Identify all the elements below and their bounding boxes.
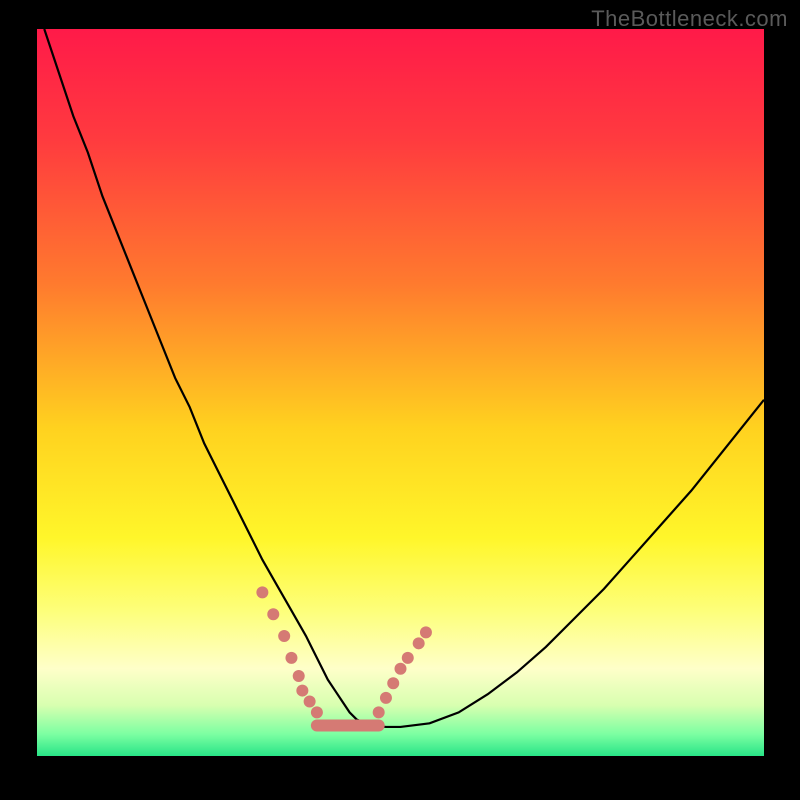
- right-dip-markers: [395, 663, 407, 675]
- curve-layer: [37, 29, 764, 756]
- series-curve: [44, 29, 764, 727]
- left-dip-markers: [267, 608, 279, 620]
- left-dip-markers: [311, 706, 323, 718]
- right-dip-markers: [413, 637, 425, 649]
- right-dip-markers: [373, 706, 385, 718]
- left-dip-markers: [256, 586, 268, 598]
- left-dip-markers: [278, 630, 290, 642]
- left-dip-markers: [293, 670, 305, 682]
- right-dip-markers: [387, 677, 399, 689]
- right-dip-markers: [420, 626, 432, 638]
- left-dip-markers: [285, 652, 297, 664]
- right-dip-markers: [402, 652, 414, 664]
- right-dip-markers: [380, 692, 392, 704]
- left-dip-markers: [296, 685, 308, 697]
- left-dip-markers: [304, 695, 316, 707]
- chart-stage: TheBottleneck.com: [0, 0, 800, 800]
- watermark-text: TheBottleneck.com: [591, 6, 788, 32]
- plot-area: [37, 29, 764, 756]
